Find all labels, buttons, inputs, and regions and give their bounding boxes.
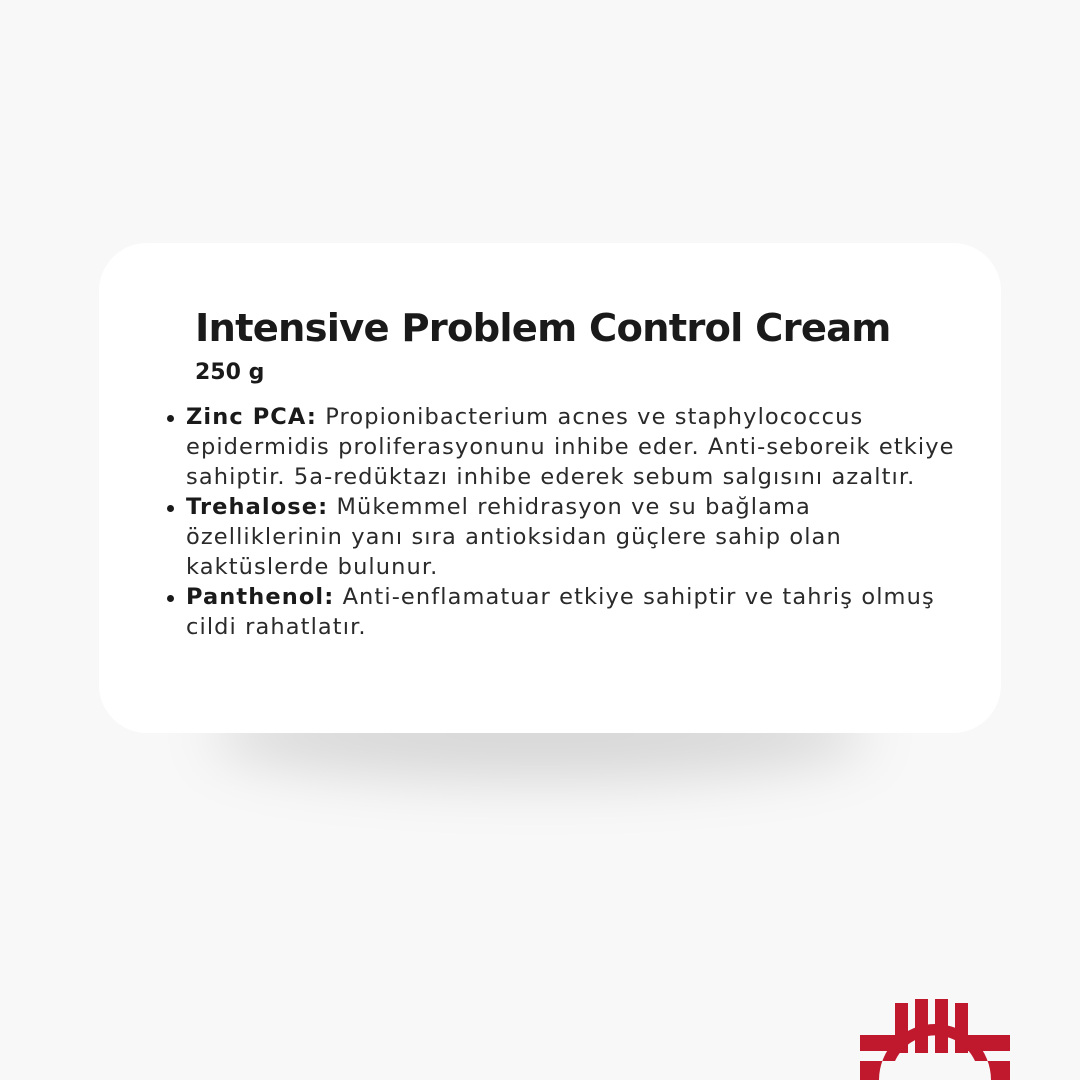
- ingredient-list: Zinc PCA: Propionibacterium acnes ve sta…: [167, 402, 956, 642]
- bullet-icon: [167, 415, 174, 422]
- bullet-icon: [167, 505, 174, 512]
- product-size: 250 g: [195, 360, 265, 385]
- bullet-icon: [167, 595, 174, 602]
- ingredient-item-panthenol: Panthenol: Anti-enflamatuar etkiye sahip…: [167, 582, 956, 642]
- ingredient-item-zinc-pca: Zinc PCA: Propionibacterium acnes ve sta…: [167, 402, 956, 492]
- brand-logo-icon: [860, 999, 1010, 1080]
- ingredient-name: Trehalose:: [186, 494, 329, 520]
- ingredient-name: Zinc PCA:: [186, 404, 317, 430]
- product-title: Intensive Problem Control Cream: [195, 306, 891, 351]
- ingredient-name: Panthenol:: [186, 584, 335, 610]
- ingredient-item-trehalose: Trehalose: Mükemmel rehidrasyon ve su ba…: [167, 492, 956, 582]
- product-info-card: Intensive Problem Control Cream 250 g Zi…: [99, 243, 1001, 733]
